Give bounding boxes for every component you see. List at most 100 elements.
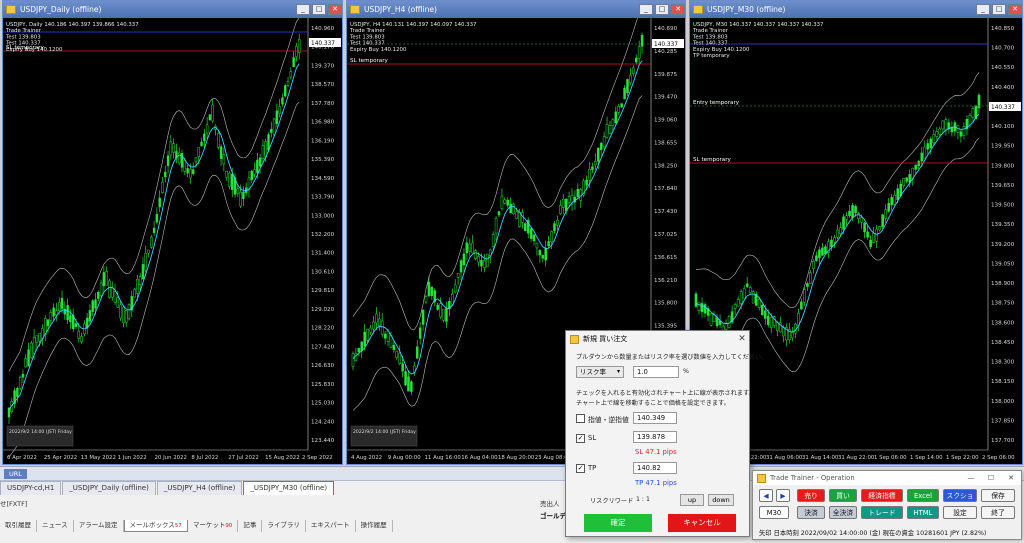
price-tick-label: 134.590 — [311, 176, 335, 182]
terminal-tab[interactable]: 操作履歴 — [356, 520, 393, 532]
time-overlay-text: 2022/9/2 14:00 (JST) Friday — [353, 429, 416, 435]
exit-button[interactable]: 終了 — [981, 506, 1015, 519]
minimize-icon[interactable]: — — [961, 474, 981, 482]
candle-body — [91, 300, 94, 312]
prev-button[interactable]: ◀ — [759, 489, 773, 502]
maximize-button[interactable]: □ — [312, 4, 326, 15]
sl-line-label: SL temporary — [6, 45, 45, 51]
candle-body — [459, 260, 463, 273]
price-chart[interactable]: 140.960140.170139.370138.570137.780136.9… — [3, 18, 342, 464]
limit-price-input[interactable]: 140.349 — [633, 412, 677, 424]
sl-checkbox[interactable]: ✓ — [576, 434, 585, 443]
save-button[interactable]: 保存 — [981, 489, 1015, 502]
app-icon — [570, 334, 579, 344]
terminal-tab[interactable]: ニュース — [37, 520, 74, 532]
economic-indicators-button[interactable]: 経済指標 — [861, 489, 903, 502]
next-button[interactable]: ▶ — [776, 489, 790, 502]
candle-body — [261, 145, 265, 159]
trainer-titlebar[interactable]: Trade Trainer - Operation — ☐ ✕ — [753, 471, 1021, 485]
html-button[interactable]: HTML — [907, 506, 939, 519]
terminal-tab[interactable]: エキスパート — [306, 520, 356, 532]
terminal-tab[interactable]: マーケット90 — [188, 520, 239, 532]
window-tab[interactable]: _USDJPY_Daily (offline) — [62, 481, 156, 495]
candle-body — [860, 217, 863, 223]
chart-titlebar[interactable]: USDJPY_M30 (offline) _ □ ✕ — [690, 1, 1022, 18]
price-tick-label: 132.200 — [311, 232, 335, 238]
close-icon[interactable]: ✕ — [1001, 474, 1021, 482]
price-tick-label: 135.395 — [654, 324, 678, 330]
terminal-tab[interactable]: メールボックス57 — [123, 520, 188, 532]
trade-trainer-window: Trade Trainer - Operation — ☐ ✕ ◀ ▶ 売り 買い 経済… — [752, 470, 1022, 540]
settings-button[interactable]: 設定 — [943, 506, 977, 519]
candle-body — [270, 129, 273, 133]
candle-body — [189, 168, 192, 179]
candle-body — [932, 134, 936, 144]
tp-price-input[interactable]: 140.82 — [633, 462, 677, 474]
buy-button[interactable]: 買い — [829, 489, 857, 502]
cancel-button[interactable]: キャンセル — [668, 514, 736, 532]
candle-body — [739, 291, 743, 304]
candle-body — [486, 253, 489, 268]
candle-body — [480, 260, 483, 267]
candle-body — [839, 227, 842, 234]
chart-window-daily[interactable]: USDJPY_Daily (offline) _ □ ✕ 140.960 140.… — [2, 0, 343, 465]
candle-body — [453, 284, 457, 293]
candle-body — [105, 271, 108, 286]
candle-body — [401, 363, 404, 372]
terminal-tab[interactable]: 取引履歴 — [0, 520, 37, 532]
candle-body — [500, 195, 504, 209]
toolbox-chip[interactable]: URL — [4, 468, 27, 479]
close-button[interactable]: ✕ — [328, 4, 342, 15]
maximize-button[interactable]: □ — [992, 4, 1006, 15]
candle-body — [875, 228, 878, 242]
candle-body — [917, 160, 921, 166]
close-button[interactable]: ✕ — [1008, 4, 1022, 15]
tp-checkbox[interactable]: ✓ — [576, 464, 585, 473]
time-tick-label: 31 Aug 06:00 — [766, 455, 803, 461]
candle-body — [164, 171, 167, 178]
down-button[interactable]: down — [708, 494, 734, 506]
minimize-button[interactable]: _ — [639, 4, 653, 15]
terminal-tab[interactable]: 記事 — [238, 520, 263, 532]
close-position-button[interactable]: 決済 — [797, 506, 825, 519]
instruction-text: プルダウンから数量またはリスク率を選び数値を入力してください。 — [576, 354, 768, 361]
close-button[interactable]: ✕ — [671, 4, 685, 15]
hint-text: チャート上で線を移動することで価格を設定できます。 — [576, 400, 730, 407]
confirm-button[interactable]: 確定 — [584, 514, 652, 532]
risk-input[interactable]: 1.0 — [633, 366, 679, 378]
terminal-tab[interactable]: アラーム設定 — [74, 520, 124, 532]
timeframe-select[interactable]: M30 — [759, 506, 789, 519]
price-tick-label: 133.000 — [311, 213, 335, 219]
dialog-titlebar[interactable]: 新規 買い注文 ✕ — [566, 331, 749, 347]
hint-text: チェックを入れると有効化されチャート上に線が表示されます。 — [576, 390, 755, 397]
candle-body — [550, 231, 553, 242]
terminal-tab[interactable]: ライブラリ — [262, 520, 306, 532]
window-tab[interactable]: USDJPY-cd,H1 — [0, 481, 62, 495]
time-tick-label: 25 Apr 2022 — [44, 455, 77, 461]
minimize-button[interactable]: _ — [976, 4, 990, 15]
sl-line-label: SL temporary — [350, 58, 389, 64]
candle-body — [608, 125, 612, 134]
window-tab[interactable]: _USDJPY_M30 (offline) — [243, 481, 335, 495]
maximize-icon[interactable]: ☐ — [981, 474, 1001, 482]
quantity-type-select[interactable]: リスク率 ▾ — [576, 366, 624, 378]
window-tab[interactable]: _USDJPY_H4 (offline) — [156, 481, 243, 495]
close-all-button[interactable]: 全決済 — [829, 506, 857, 519]
chart-titlebar[interactable]: USDJPY_H4 (offline) _ □ ✕ — [347, 1, 685, 18]
up-button[interactable]: up — [680, 494, 704, 506]
maximize-button[interactable]: □ — [655, 4, 669, 15]
limit-checkbox[interactable] — [576, 414, 585, 423]
tp-pips-text: TP 47.1 pips — [635, 479, 677, 487]
candle-body — [465, 242, 469, 254]
screenshot-button[interactable]: スクショ — [943, 489, 977, 502]
close-icon[interactable]: ✕ — [735, 334, 749, 344]
candle-body — [890, 197, 893, 206]
trade-button[interactable]: トレード — [861, 506, 903, 519]
sl-price-input[interactable]: 139.878 — [633, 431, 677, 443]
chart-titlebar[interactable]: USDJPY_Daily (offline) _ □ ✕ — [3, 1, 342, 18]
excel-button[interactable]: Excel — [907, 489, 939, 502]
sell-button[interactable]: 売り — [797, 489, 825, 502]
candle-body — [258, 157, 262, 167]
minimize-button[interactable]: _ — [296, 4, 310, 15]
dialog-title: 新規 買い注文 — [583, 335, 628, 343]
